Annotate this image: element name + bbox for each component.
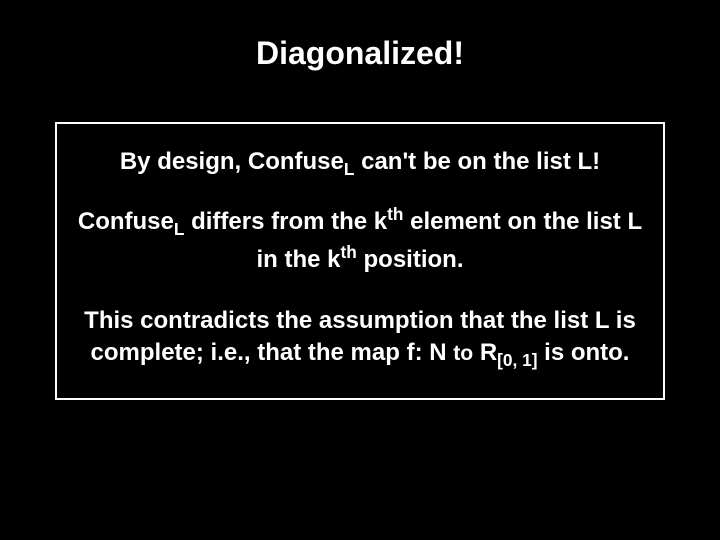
paragraph-2: ConfuseL differs from the kth element on… xyxy=(75,203,645,277)
p2-text-b: differs from the k xyxy=(184,208,387,235)
paragraph-1: By design, ConfuseL can't be on the list… xyxy=(75,146,645,181)
p2-sub-l: L xyxy=(174,219,185,239)
slide: Diagonalized! By design, ConfuseL can't … xyxy=(0,0,720,540)
p1-text-a: By design, Confuse xyxy=(120,148,344,175)
p2-text-d: position. xyxy=(357,246,464,273)
p2-sup-th1: th xyxy=(387,204,403,224)
p3-text-c: R xyxy=(473,339,497,366)
paragraph-3: This contradicts the assumption that the… xyxy=(75,305,645,373)
p2-sup-th2: th xyxy=(341,242,357,262)
p1-text-b: can't be on the list L! xyxy=(354,148,600,175)
p3-sub-01: [0, 1] xyxy=(497,350,537,370)
p2-text-a: Confuse xyxy=(78,208,174,235)
slide-title: Diagonalized! xyxy=(20,35,700,72)
p3-text-d: is onto. xyxy=(537,339,629,366)
content-box: By design, ConfuseL can't be on the list… xyxy=(55,122,665,400)
p3-text-b: to xyxy=(453,342,473,365)
p1-sub-l: L xyxy=(344,159,355,179)
